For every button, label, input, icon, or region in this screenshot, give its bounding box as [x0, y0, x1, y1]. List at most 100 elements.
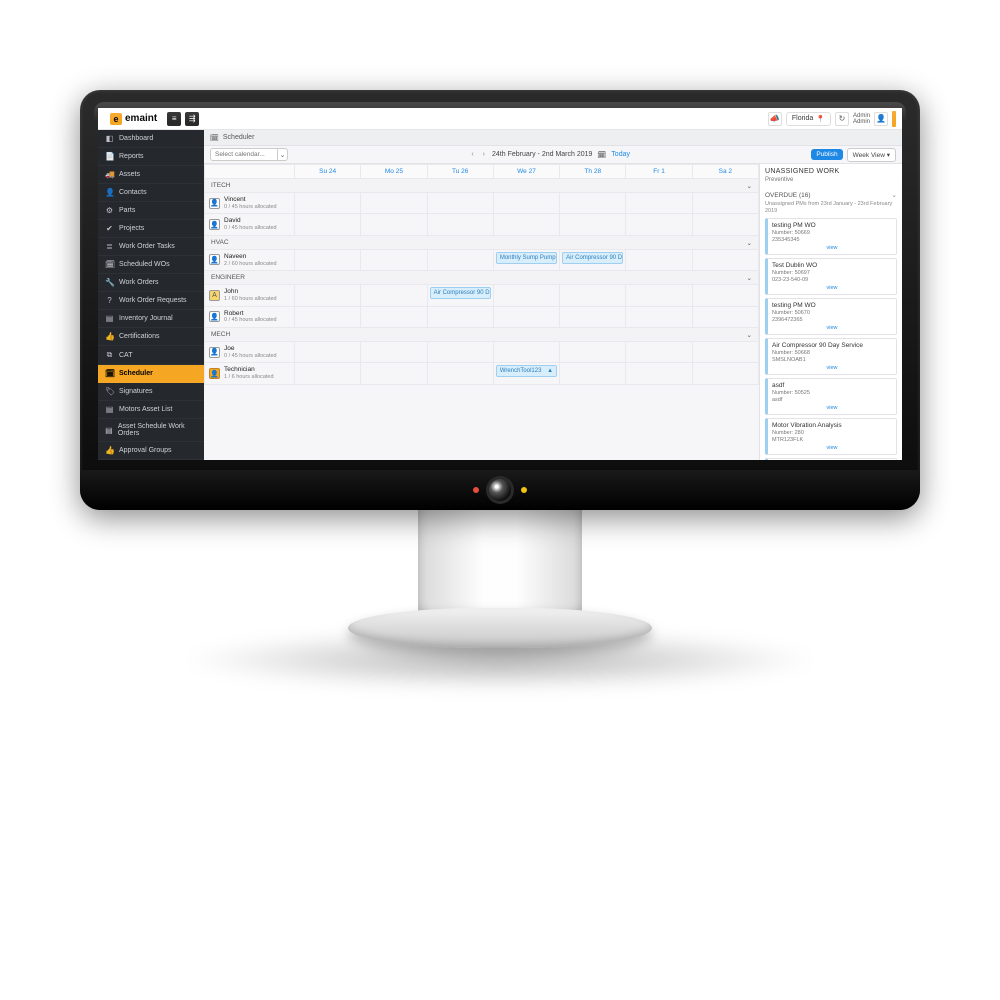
prev-week-button[interactable]: ‹: [469, 151, 475, 158]
schedule-slot[interactable]: Air Compressor 90 D...: [560, 249, 626, 270]
view-select[interactable]: Week View ▾: [847, 148, 896, 162]
schedule-slot[interactable]: [361, 306, 427, 327]
sidebar-item-work-orders[interactable]: 🔧Work Orders: [98, 274, 204, 292]
schedule-slot[interactable]: [493, 341, 559, 362]
sidebar-item-scheduled-wos[interactable]: 🗓Scheduled WOs: [98, 256, 204, 274]
resource-cell[interactable]: 👤Joe0 / 45 hours allocated: [205, 341, 295, 362]
publish-button[interactable]: Publish: [811, 149, 842, 160]
schedule-slot[interactable]: [361, 214, 427, 235]
schedule-slot[interactable]: [361, 363, 427, 384]
work-card[interactable]: testing PM WONumber: 506702396472365view: [765, 298, 897, 335]
schedule-slot[interactable]: [427, 363, 493, 384]
group-row[interactable]: HVAC⌄: [205, 235, 759, 249]
resource-cell[interactable]: 👤Technician1 / 6 hours allocated: [205, 363, 295, 384]
sidebar-item-scheduler[interactable]: 🗓Scheduler: [98, 365, 204, 383]
sidebar-item-signatures[interactable]: 🏷Signatures: [98, 383, 204, 401]
schedule-slot[interactable]: [295, 193, 361, 214]
card-view-link[interactable]: view: [772, 445, 892, 451]
schedule-slot[interactable]: [295, 306, 361, 327]
card-view-link[interactable]: view: [772, 285, 892, 291]
schedule-slot[interactable]: [427, 306, 493, 327]
schedule-slot[interactable]: [361, 341, 427, 362]
calendar-picker-icon[interactable]: 🗓: [597, 151, 606, 159]
schedule-slot[interactable]: [493, 306, 559, 327]
schedule-slot[interactable]: [626, 341, 692, 362]
schedule-slot[interactable]: [427, 249, 493, 270]
next-week-button[interactable]: ›: [481, 151, 487, 158]
schedule-slot[interactable]: [295, 249, 361, 270]
event-chip[interactable]: Monthly Sump Pump...: [496, 252, 557, 264]
location-chip[interactable]: Florida 📍: [786, 112, 831, 126]
work-card[interactable]: Test Dublin WONumber: 50697023-23-540-09…: [765, 258, 897, 295]
sidebar-item-dashboard[interactable]: ◧Dashboard: [98, 130, 204, 148]
user-block[interactable]: Admin Admin: [853, 113, 870, 125]
event-chip[interactable]: Air Compressor 90 D...: [562, 252, 623, 264]
schedule-slot[interactable]: [361, 285, 427, 306]
sidebar-item-reports[interactable]: 📄Reports: [98, 148, 204, 166]
schedule-slot[interactable]: [692, 193, 758, 214]
schedule-slot[interactable]: [626, 363, 692, 384]
schedule-slot[interactable]: [560, 285, 626, 306]
sidebar-item-work-order-tasks[interactable]: ≣Work Order Tasks: [98, 238, 204, 256]
schedule-slot[interactable]: [560, 341, 626, 362]
schedule-slot[interactable]: [361, 249, 427, 270]
schedule-slot[interactable]: [560, 193, 626, 214]
schedule-slot[interactable]: [560, 214, 626, 235]
schedule-slot[interactable]: [560, 306, 626, 327]
calendar-select[interactable]: ⌄: [210, 148, 288, 161]
schedule-slot[interactable]: [692, 341, 758, 362]
card-view-link[interactable]: view: [772, 325, 892, 331]
sidebar-item-contacts[interactable]: 👤Contacts: [98, 184, 204, 202]
refresh-icon[interactable]: ↻: [835, 112, 849, 126]
schedule-slot[interactable]: [427, 193, 493, 214]
work-card[interactable]: Air Compressor 90 Day ServiceNumber: 506…: [765, 338, 897, 375]
card-view-link[interactable]: view: [772, 365, 892, 371]
event-chip[interactable]: Air Compressor 90 D...: [430, 287, 491, 299]
schedule-slot[interactable]: [295, 285, 361, 306]
schedule-slot[interactable]: [427, 341, 493, 362]
schedule-slot[interactable]: [560, 363, 626, 384]
schedule-slot[interactable]: [295, 341, 361, 362]
sidebar-item-motors-asset-list[interactable]: ▤Motors Asset List: [98, 401, 204, 419]
resource-cell[interactable]: 👤Naveen2 / 60 hours allocated: [205, 249, 295, 270]
user-icon[interactable]: 👤: [874, 112, 888, 126]
resource-cell[interactable]: 👤David0 / 45 hours allocated: [205, 214, 295, 235]
sidebar-item-work-order-requests[interactable]: ?Work Order Requests: [98, 292, 204, 310]
schedule-slot[interactable]: [692, 285, 758, 306]
schedule-slot[interactable]: [692, 214, 758, 235]
work-card[interactable]: Motor Vibration AnalysisNumber: 280MTR12…: [765, 418, 897, 455]
schedule-slot[interactable]: [626, 214, 692, 235]
event-chip[interactable]: WrenchTool123▲: [496, 365, 557, 377]
sidebar-item-assets[interactable]: 🚚Assets: [98, 166, 204, 184]
schedule-slot[interactable]: [493, 214, 559, 235]
schedule-slot[interactable]: [692, 249, 758, 270]
schedule-slot[interactable]: [626, 193, 692, 214]
schedule-slot[interactable]: [493, 285, 559, 306]
work-card[interactable]: testing PM WONumber: 50669235345345view: [765, 218, 897, 255]
schedule-slot[interactable]: [295, 214, 361, 235]
card-view-link[interactable]: view: [772, 245, 892, 251]
sidebar-item-parts[interactable]: ⚙Parts: [98, 202, 204, 220]
sidebar-item-approval-groups[interactable]: 👍Approval Groups: [98, 442, 204, 460]
schedule-slot[interactable]: [626, 249, 692, 270]
schedule-slot[interactable]: [361, 193, 427, 214]
today-link[interactable]: Today: [611, 151, 630, 158]
menu-icon[interactable]: ≡: [167, 112, 181, 126]
schedule-slot[interactable]: [295, 363, 361, 384]
sidebar-item-projects[interactable]: ✔Projects: [98, 220, 204, 238]
work-card[interactable]: asdfNumber: 50525asdfview: [765, 378, 897, 415]
card-view-link[interactable]: view: [772, 405, 892, 411]
schedule-slot[interactable]: WrenchTool123▲: [493, 363, 559, 384]
panel-section[interactable]: OVERDUE (16) ⌄: [765, 191, 897, 199]
group-row[interactable]: MECH⌄: [205, 327, 759, 341]
resource-cell[interactable]: 👤Robert0 / 45 hours allocated: [205, 306, 295, 327]
work-card[interactable]: asdview: [765, 458, 897, 460]
schedule-slot[interactable]: [692, 306, 758, 327]
group-row[interactable]: ENGINEER⌄: [205, 271, 759, 285]
resource-cell[interactable]: AJohn1 / 60 hours allocated: [205, 285, 295, 306]
schedule-slot[interactable]: [626, 285, 692, 306]
schedule-slot[interactable]: [626, 306, 692, 327]
group-row[interactable]: ITECH⌄: [205, 179, 759, 193]
sidebar-item-inventory-journal[interactable]: ▤Inventory Journal: [98, 310, 204, 328]
schedule-slot[interactable]: [427, 214, 493, 235]
